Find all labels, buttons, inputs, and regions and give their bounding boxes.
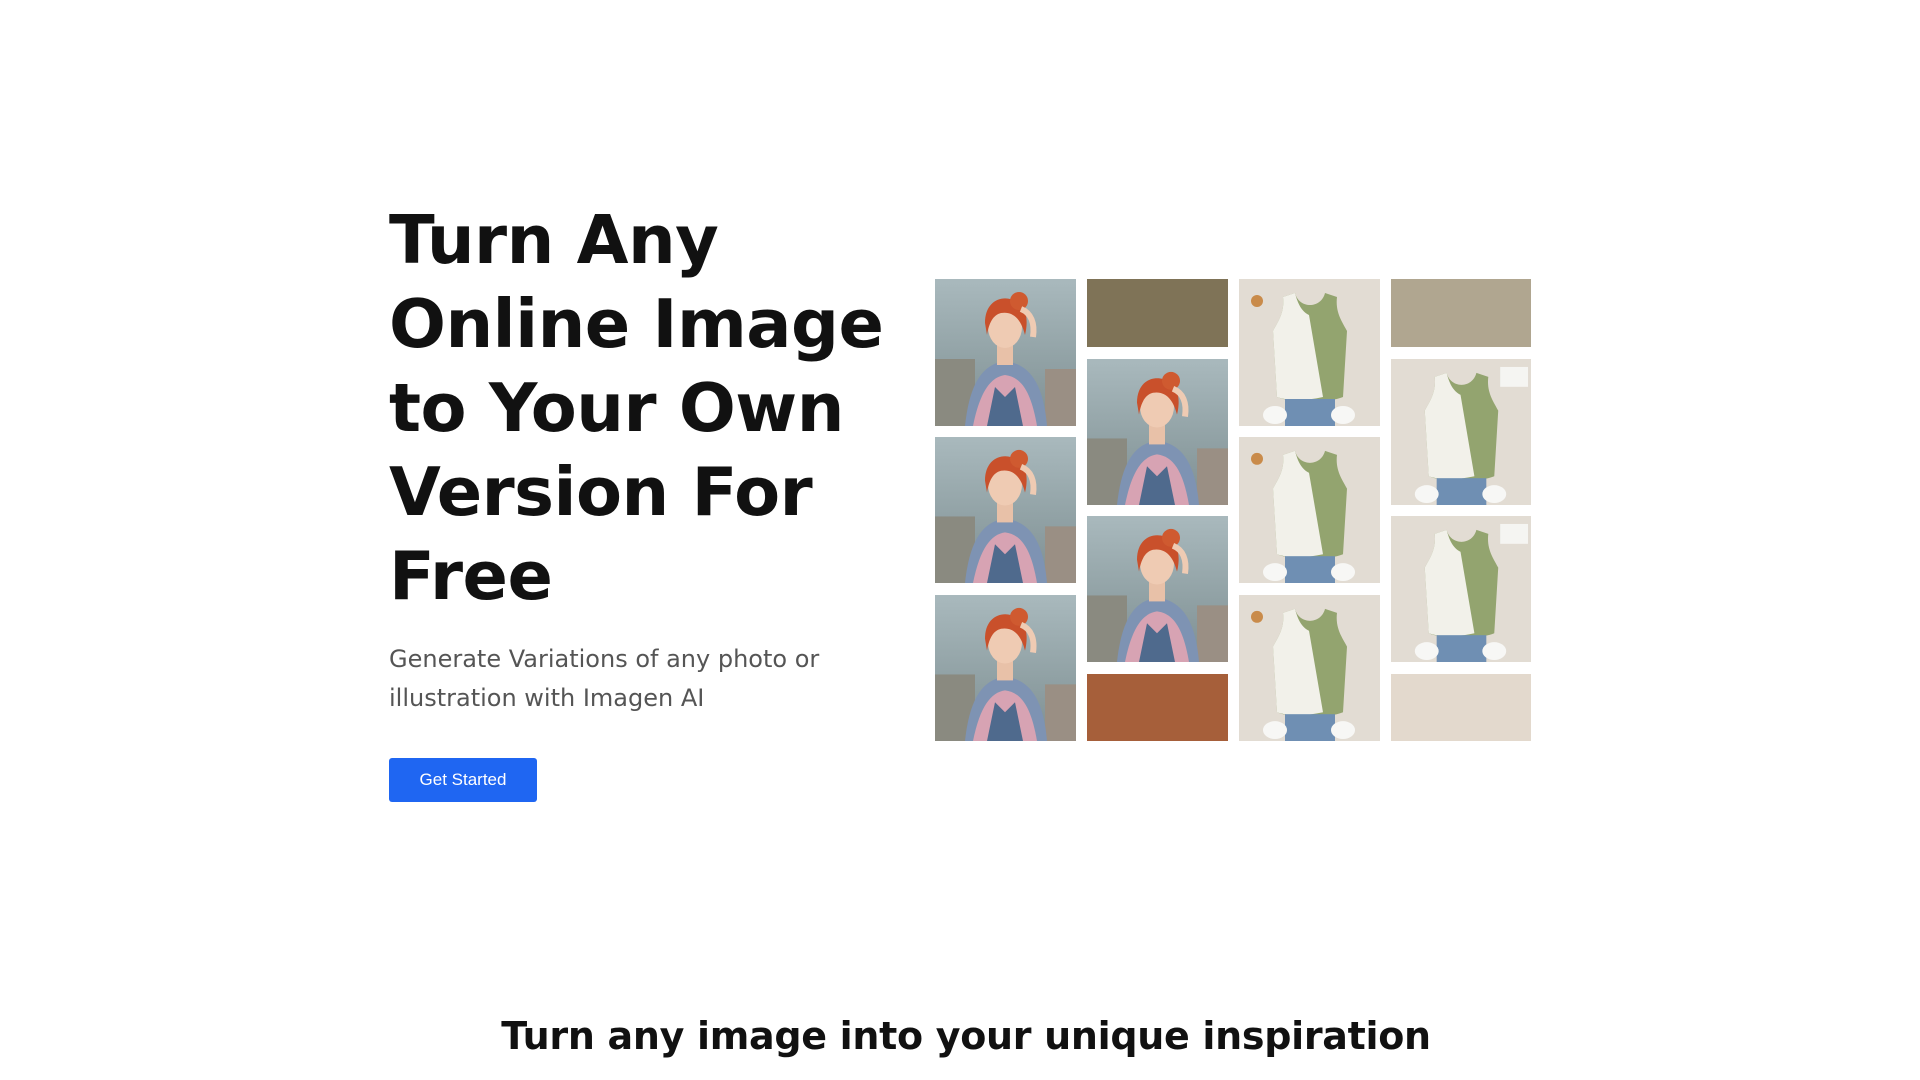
hero-title-line: Online Image [389, 285, 884, 363]
gallery-portrait-image [1087, 359, 1228, 505]
gallery-portrait-image [935, 437, 1076, 583]
hero-subtitle: Generate Variations of any photo or illu… [389, 645, 820, 712]
hero-title-line: Version For [389, 453, 813, 531]
section-heading: Turn any image into your unique inspirat… [501, 1014, 1431, 1058]
gallery-portrait-image [935, 595, 1076, 741]
gallery-tank-top-image [1391, 359, 1531, 505]
gallery-portrait-image [935, 279, 1076, 426]
gallery-color-swatch [1087, 674, 1228, 741]
image-gallery [935, 279, 1531, 741]
hero-title: Turn Any Online Image to Your Own Versio… [389, 198, 909, 618]
hero-title-line: Free [389, 537, 553, 615]
hero-title-line: Turn Any [389, 201, 719, 279]
gallery-tank-top-image [1239, 437, 1380, 583]
gallery-tank-top-image [1391, 516, 1531, 662]
gallery-portrait-image [1087, 516, 1228, 662]
gallery-color-swatch [1087, 279, 1228, 347]
hero-title-line: to Your Own [389, 369, 844, 447]
get-started-button[interactable]: Get Started [389, 758, 537, 802]
hero-section: Turn Any Online Image to Your Own Versio… [0, 0, 1920, 1080]
gallery-tank-top-image [1239, 595, 1380, 741]
gallery-tank-top-image [1239, 279, 1380, 426]
gallery-color-swatch [1391, 279, 1531, 347]
gallery-color-swatch [1391, 674, 1531, 741]
hero-copy: Turn Any Online Image to Your Own Versio… [389, 198, 909, 802]
